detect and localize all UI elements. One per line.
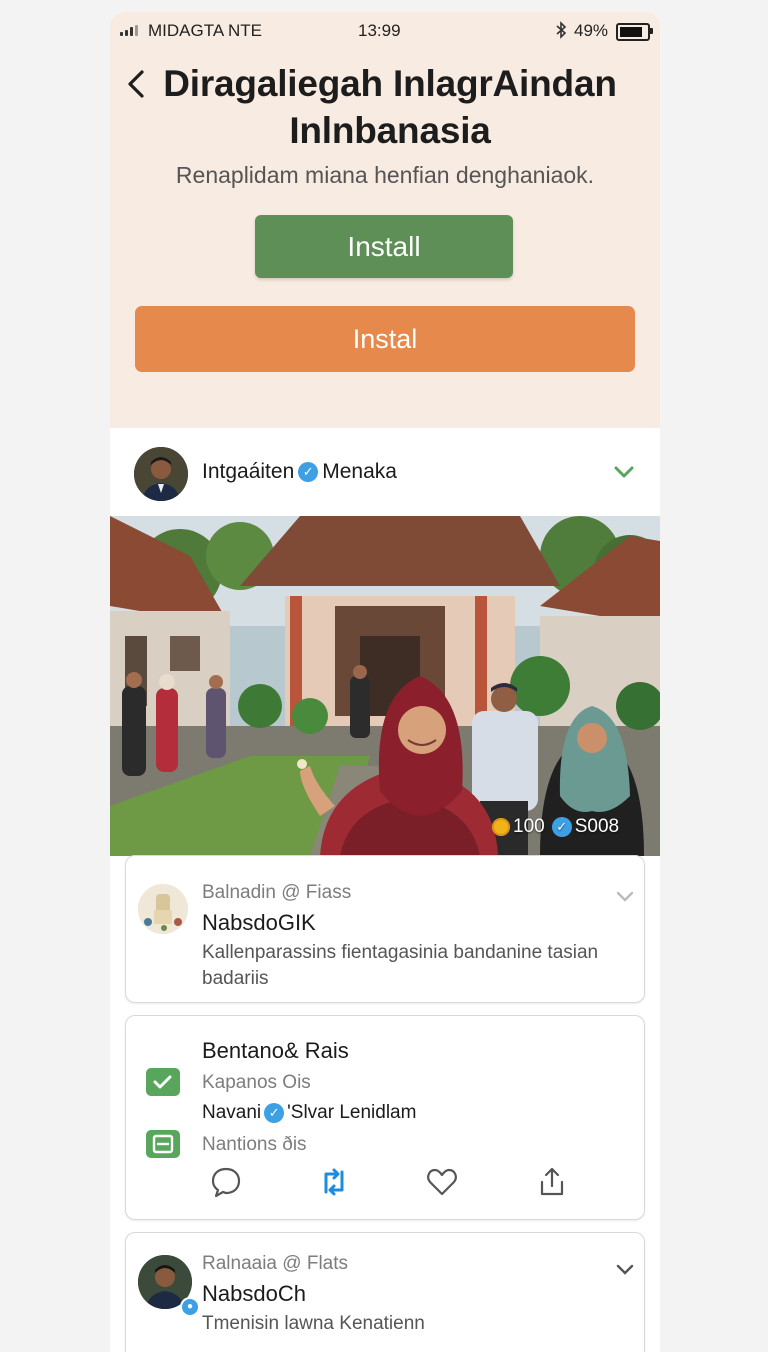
back-chevron-icon[interactable] xyxy=(120,64,160,104)
author-avatar[interactable] xyxy=(134,447,188,501)
post-author-suffix: Menaka xyxy=(322,460,397,483)
card-handle: Balnadin @ Fiass xyxy=(202,882,352,903)
card-username: NabsdoGIK xyxy=(202,910,316,935)
action-bar xyxy=(126,1164,644,1204)
card-heading: Bentano& Rais xyxy=(202,1038,349,1063)
photo-stats-badge: 100 ✓ S008 xyxy=(492,816,619,838)
photo-badge-views: S008 xyxy=(574,816,620,837)
card-avatar[interactable] xyxy=(138,884,188,934)
info-card: Bentano& Rais Kapanos Ois Navani ✓ 'Slva… xyxy=(125,1015,645,1220)
verified-icon: ✓ xyxy=(298,462,319,482)
retweet-icon[interactable] xyxy=(316,1164,352,1200)
card-handle: Ralnaaia @ Flats xyxy=(202,1253,349,1274)
phone-screen: MIDAGTA NTE 13:99 49% Diragaliegah Inlag… xyxy=(110,12,660,1352)
status-bar: MIDAGTA NTE 13:99 49% xyxy=(110,12,660,50)
signal-icon xyxy=(120,25,138,36)
chevron-down-icon[interactable] xyxy=(615,890,635,909)
card-line-1: Kapanos Ois xyxy=(202,1072,311,1093)
title-line-1: Diragaliegah InlagrAindan xyxy=(163,63,617,104)
card-line-2-left: Navani xyxy=(202,1102,262,1123)
share-icon[interactable] xyxy=(534,1164,570,1200)
coin-icon xyxy=(492,818,510,836)
chevron-down-icon[interactable] xyxy=(613,464,635,485)
hero-panel: MIDAGTA NTE 13:99 49% Diragaliegah Inlag… xyxy=(110,12,660,428)
card-body-line-1: Kallenparassins fientagasinia bandanine … xyxy=(202,942,599,963)
install-button[interactable]: Install xyxy=(255,215,513,278)
comment-card[interactable]: Balnadin @ Fiass NabsdoGIK Kallenparassi… xyxy=(125,855,645,1003)
page-title: Diragaliegah InlagrAindan Inlnbanasia xyxy=(160,60,620,154)
battery-percent: 49% xyxy=(574,21,609,40)
post-header: Intgaáiten ✓ Menaka xyxy=(110,428,660,516)
comment-card[interactable]: ● Ralnaaia @ Flats NabsdoCh Tmenisin law… xyxy=(125,1232,645,1352)
card-username: NabsdoCh xyxy=(202,1281,306,1306)
verified-icon: ✓ xyxy=(264,1103,285,1123)
post-photo[interactable]: 100 ✓ S008 xyxy=(110,516,660,856)
card-line-3: Nantions ðis xyxy=(202,1134,307,1155)
photo-badge-count: 100 xyxy=(513,816,545,837)
verified-icon: ✓ xyxy=(551,817,572,837)
post-author-name: Intgaáiten xyxy=(202,460,295,483)
card-body-line-2: badariis xyxy=(202,968,269,989)
bluetooth-icon xyxy=(554,21,568,44)
card-body: Kallenparassins fientagasinia bandanine … xyxy=(202,940,632,992)
chat-icon xyxy=(146,1068,180,1096)
village-scene-image xyxy=(110,516,660,856)
card-line-2: Navani ✓ 'Slvar Lenidlam xyxy=(202,1102,416,1124)
title-line-2: Inlnbanasia xyxy=(289,110,491,151)
heart-icon[interactable] xyxy=(424,1164,460,1200)
carrier-name: MIDAGTA NTE xyxy=(148,21,262,40)
post-author[interactable]: Intgaáiten ✓ Menaka xyxy=(202,460,397,484)
battery-icon xyxy=(616,23,653,41)
page-subtitle: Renaplidam miana henfian denghaniaok. xyxy=(175,162,595,188)
verified-icon: ● xyxy=(180,1297,200,1317)
card-line-2-right: 'Slvar Lenidlam xyxy=(287,1102,417,1123)
comment-icon[interactable] xyxy=(208,1164,244,1200)
card-body-line-1: Tmenisin lawna Kenatienn xyxy=(202,1313,425,1334)
status-time: 13:99 xyxy=(358,21,401,40)
list-icon xyxy=(146,1130,180,1158)
instal-button[interactable]: Instal xyxy=(135,306,635,372)
chevron-down-icon[interactable] xyxy=(615,1263,635,1282)
card-body: Tmenisin lawna Kenatienn xyxy=(202,1311,632,1337)
